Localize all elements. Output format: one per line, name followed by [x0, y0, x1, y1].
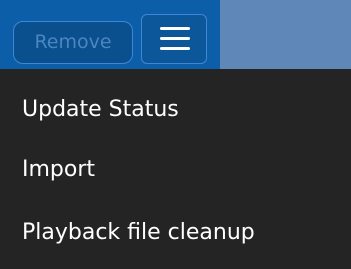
remove-button-label: Remove — [34, 31, 112, 53]
menu-item-label: Playback file cleanup — [22, 220, 255, 245]
menu-item-label: Import — [22, 157, 96, 182]
menu-item-playback-file-cleanup[interactable]: Playback file cleanup — [22, 218, 255, 248]
hamburger-menu-icon — [160, 27, 190, 51]
toolbar-background-area — [220, 0, 351, 69]
menu-button[interactable] — [141, 14, 207, 64]
menu-item-update-status[interactable]: Update Status — [22, 95, 179, 125]
dropdown-menu: Update Status Import Playback file clean… — [0, 69, 351, 269]
remove-button[interactable]: Remove — [13, 21, 133, 64]
menu-item-import[interactable]: Import — [22, 155, 95, 185]
menu-item-label: Update Status — [22, 97, 179, 122]
